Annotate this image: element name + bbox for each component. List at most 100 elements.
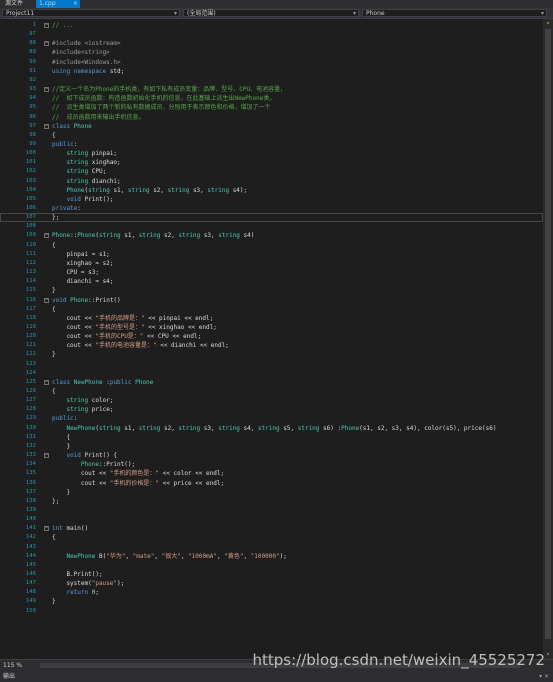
code-line: { (52, 388, 56, 395)
current-line-highlight (0, 213, 543, 223)
fold-toggle-icon[interactable]: − (44, 526, 49, 532)
code-line: xinghao = s2; (52, 259, 114, 267)
output-label: 输出 (3, 673, 16, 680)
code-line: class Phone (52, 122, 92, 130)
code-line: // 派生类增加了两个新的私有数据成员，分别用于表示颜色和价格，增加了一个 (52, 104, 271, 112)
code-line: { (52, 305, 56, 313)
line-number: 102 (25, 168, 36, 175)
scope-dropdown[interactable]: (全局范围) ▾ (183, 9, 359, 17)
fold-toggle-icon[interactable]: − (44, 87, 49, 93)
line-number: 142 (25, 534, 36, 541)
code-line: string dianchi; (66, 177, 121, 185)
line-number: 141 (25, 525, 36, 532)
tab-source-files[interactable]: 源文件 (2, 0, 26, 8)
code-line: string xinghao; (66, 159, 121, 167)
code-line: Phone::Phone(string s1, string s2, strin… (52, 232, 255, 240)
panel-controls[interactable]: ▾ ✕ (539, 671, 549, 682)
code-line: class NewPhone :public Phone (52, 378, 154, 386)
fold-toggle-icon[interactable]: − (44, 379, 49, 385)
code-line: #include<string> (52, 49, 110, 57)
code-line: cout << "手机的品牌是：" << pinpai << endl; (52, 314, 214, 322)
tab-active-file[interactable]: 1.cpp × (36, 0, 80, 8)
code-line: public: (52, 140, 78, 148)
code-line: { (52, 241, 56, 249)
fold-toggle-icon[interactable]: − (44, 23, 49, 28)
code-line: Phone(string s1, string s2, string s3, s… (66, 186, 248, 194)
zoom-level[interactable]: 115 % (3, 660, 22, 671)
line-number: 135 (25, 470, 36, 477)
line-number: 111 (25, 250, 36, 257)
code-line: cout << "手机的型号是：" << xinghao << endl; (52, 323, 217, 331)
fold-toggle-icon[interactable]: − (44, 233, 49, 239)
code-line: CPU = s3; (52, 269, 99, 277)
line-number: 123 (25, 360, 36, 367)
line-number: 98 (29, 131, 36, 138)
line-number: 108 (25, 223, 36, 230)
line-number: 139 (25, 506, 36, 513)
line-number: 122 (25, 351, 36, 358)
code-line: string CPU; (66, 168, 107, 176)
fold-toggle-icon[interactable]: − (44, 41, 49, 47)
project-dropdown[interactable]: Project11 ▾ (2, 9, 180, 17)
close-icon[interactable]: × (73, 0, 78, 8)
code-line: string color; (66, 397, 114, 405)
code-line: B.Print(); (52, 571, 103, 578)
line-number: 146 (25, 571, 36, 577)
code-line: public: (52, 415, 78, 423)
code-line: private: (52, 205, 81, 212)
line-number: 126 (25, 388, 36, 394)
fold-toggle-icon[interactable]: − (44, 453, 49, 459)
line-number: 138 (25, 497, 36, 504)
chevron-down-icon: ▾ (173, 10, 177, 17)
line-number: 112 (25, 259, 36, 266)
scroll-up-icon[interactable]: ▴ (543, 19, 553, 27)
code-line: { (52, 534, 56, 542)
code-line: // 成员函数用来输出手机信息。 (52, 113, 145, 121)
code-line: NewPhone B("华为", "mate", "很大", "1000mA",… (66, 552, 287, 560)
code-line: { (52, 433, 71, 441)
code-line: } (52, 351, 56, 359)
line-number: 136 (25, 479, 36, 486)
code-line: } (52, 287, 56, 295)
code-line: void Phone::Print() (52, 296, 121, 304)
line-number: 127 (25, 397, 36, 404)
line-number: 92 (29, 76, 36, 83)
line-number: 90 (29, 58, 36, 65)
document-tab-bar: 源文件 1.cpp × (0, 0, 553, 8)
line-number: 89 (29, 49, 36, 56)
chevron-down-icon: ▾ (540, 10, 544, 17)
watermark: https://blog.csdn.net/weixin_45525272 (252, 651, 545, 669)
code-line: dianchi = s4; (52, 278, 114, 286)
line-number: 130 (25, 424, 36, 431)
code-line: } (52, 488, 71, 496)
line-number: 115 (25, 287, 36, 294)
code-line: cout << "手机的CPU是：" << CPU << endl; (52, 333, 202, 341)
line-number: 103 (25, 177, 36, 184)
line-number: 96 (29, 113, 36, 120)
line-number: 106 (25, 205, 36, 211)
editor-status-bar: 115 % https://blog.csdn.net/weixin_45525… (0, 651, 553, 671)
code-line: NewPhone(string s1, string s2, string s3… (66, 424, 497, 432)
line-number: 131 (25, 433, 36, 440)
code-line: } (52, 598, 56, 606)
line-number: 95 (29, 104, 36, 111)
fold-toggle-icon[interactable]: − (44, 297, 49, 303)
vertical-scrollbar[interactable]: ▴ ▾ (543, 19, 553, 659)
line-number: 129 (25, 415, 36, 422)
navigation-bar: Project11 ▾ (全局范围) ▾ Phone ▾ (0, 8, 553, 19)
scrollbar-thumb[interactable] (545, 29, 551, 639)
line-number: 105 (25, 195, 36, 202)
code-line: pinpai = s1; (52, 250, 110, 258)
code-editor[interactable]: 1−// ... 87 88− #include <iostream> 89 #inclu… (0, 19, 543, 659)
line-number: 140 (25, 516, 36, 523)
code-line: using namespace std; (52, 67, 125, 75)
code-line: cout << "手机的颜色是：" << color << endl; (52, 470, 225, 478)
line-number: 116 (25, 296, 36, 303)
line-number: 132 (25, 442, 36, 449)
line-number: 137 (25, 488, 36, 495)
fold-toggle-icon[interactable]: − (44, 123, 49, 129)
line-number: 125 (25, 378, 36, 385)
code-line: int main() (52, 525, 89, 533)
tab-file-label: 1.cpp (39, 0, 56, 7)
member-dropdown[interactable]: Phone ▾ (362, 9, 547, 17)
